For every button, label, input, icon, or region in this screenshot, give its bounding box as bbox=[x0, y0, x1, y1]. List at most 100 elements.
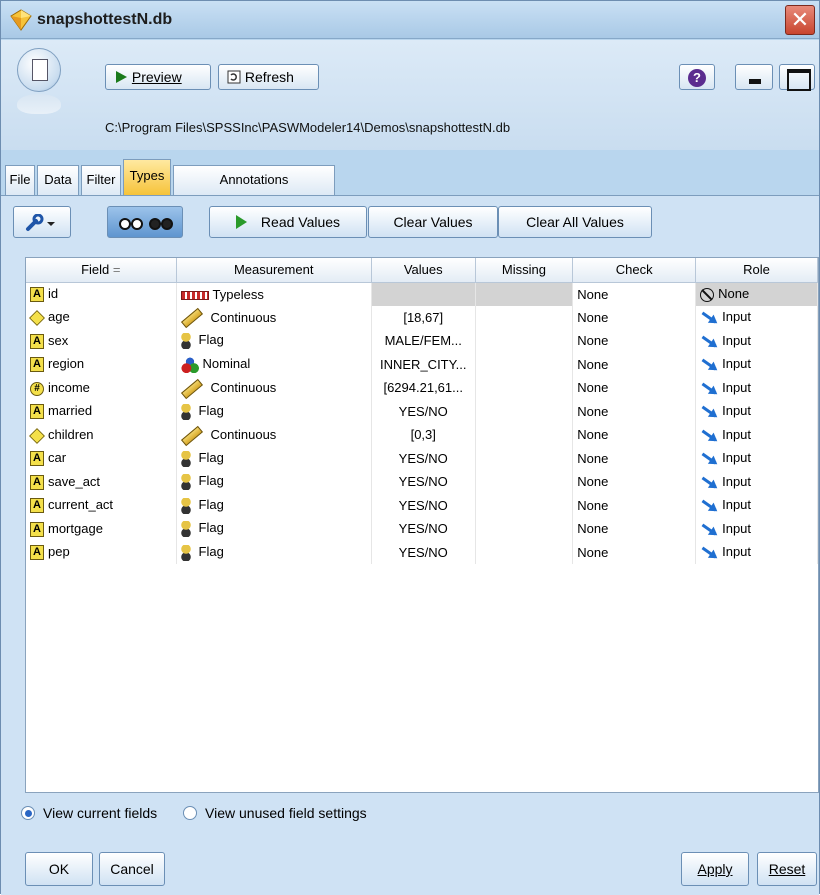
column-header-measurement[interactable]: Measurement bbox=[176, 258, 372, 283]
cell-values[interactable]: YES/NO bbox=[371, 517, 476, 541]
clear-all-values-button[interactable]: Clear All Values bbox=[498, 206, 652, 238]
tab-types[interactable]: Types bbox=[123, 159, 171, 195]
cell-field[interactable]: Asave_act bbox=[26, 470, 177, 494]
cell-field[interactable]: Apep bbox=[26, 540, 177, 564]
cell-role[interactable]: Input bbox=[695, 329, 818, 353]
cell-check[interactable]: None bbox=[572, 423, 697, 447]
view-toggle-button[interactable] bbox=[107, 206, 183, 238]
cell-check[interactable]: None bbox=[572, 446, 697, 470]
cell-check[interactable]: None bbox=[572, 399, 697, 423]
table-row[interactable]: Amortgage Flag YES/NO None Input bbox=[26, 517, 818, 541]
view-current-fields-radio[interactable]: View current fields bbox=[21, 805, 157, 821]
cell-role[interactable]: Input bbox=[695, 399, 818, 423]
cell-values[interactable]: [6294.21,61... bbox=[371, 376, 476, 400]
cell-measurement[interactable]: Continuous bbox=[176, 376, 372, 400]
cell-measurement[interactable]: Flag bbox=[176, 517, 372, 541]
cell-check[interactable]: None bbox=[572, 305, 697, 329]
preview-button[interactable]: Preview bbox=[105, 64, 211, 90]
cell-field[interactable]: age bbox=[26, 305, 177, 329]
cell-check[interactable]: None bbox=[572, 329, 697, 353]
apply-button[interactable]: Apply bbox=[681, 852, 749, 886]
cell-role[interactable]: Input bbox=[695, 470, 818, 494]
cell-role[interactable]: Input bbox=[695, 517, 818, 541]
cell-missing[interactable] bbox=[475, 493, 574, 517]
cell-missing[interactable] bbox=[475, 517, 574, 541]
reset-button[interactable]: Reset bbox=[757, 852, 817, 886]
cell-role[interactable]: Input bbox=[695, 446, 818, 470]
help-button[interactable]: ? bbox=[679, 64, 715, 90]
table-row[interactable]: age Continuous [18,67] None Input bbox=[26, 305, 818, 329]
column-header-check[interactable]: Check bbox=[572, 258, 697, 283]
cell-role[interactable]: Input bbox=[695, 493, 818, 517]
cell-values[interactable] bbox=[371, 282, 476, 306]
cell-missing[interactable] bbox=[475, 329, 574, 353]
table-row[interactable]: # income Continuous [6294.21,61... None Input bbox=[26, 376, 818, 400]
table-row[interactable]: Apep Flag YES/NO None Input bbox=[26, 540, 818, 564]
clear-values-button[interactable]: Clear Values bbox=[368, 206, 498, 238]
cell-missing[interactable] bbox=[475, 540, 574, 564]
refresh-button[interactable]: Refresh bbox=[218, 64, 319, 90]
table-row[interactable]: Aid Typeless None None bbox=[26, 282, 818, 306]
cell-measurement[interactable]: Flag bbox=[176, 446, 372, 470]
cell-role[interactable]: Input bbox=[695, 305, 818, 329]
cell-missing[interactable] bbox=[475, 423, 574, 447]
maximize-button[interactable] bbox=[779, 64, 815, 91]
cell-missing[interactable] bbox=[475, 446, 574, 470]
cell-measurement[interactable]: Typeless bbox=[176, 282, 372, 306]
cell-missing[interactable] bbox=[475, 470, 574, 494]
cell-field[interactable]: Aid bbox=[26, 282, 177, 306]
cell-field[interactable]: Amortgage bbox=[26, 517, 177, 541]
view-unused-settings-radio[interactable]: View unused field settings bbox=[183, 805, 367, 821]
table-row[interactable]: Acar Flag YES/NO None Input bbox=[26, 446, 818, 470]
tools-menu-button[interactable] bbox=[13, 206, 71, 238]
cell-measurement[interactable]: Continuous bbox=[176, 423, 372, 447]
minimize-button[interactable] bbox=[735, 64, 773, 90]
cell-values[interactable]: YES/NO bbox=[371, 399, 476, 423]
cell-check[interactable]: None bbox=[572, 352, 697, 376]
cell-missing[interactable] bbox=[475, 376, 574, 400]
tab-data[interactable]: Data bbox=[37, 165, 79, 195]
cell-field[interactable]: Acar bbox=[26, 446, 177, 470]
cell-check[interactable]: None bbox=[572, 540, 697, 564]
cell-role[interactable]: None bbox=[695, 282, 818, 306]
cell-missing[interactable] bbox=[475, 399, 574, 423]
table-row[interactable]: Acurrent_act Flag YES/NO None Input bbox=[26, 493, 818, 517]
column-header-field[interactable]: Field = bbox=[26, 258, 177, 283]
tab-annotations[interactable]: Annotations bbox=[173, 165, 335, 195]
cell-check[interactable]: None bbox=[572, 470, 697, 494]
cell-role[interactable]: Input bbox=[695, 423, 818, 447]
column-header-missing[interactable]: Missing bbox=[475, 258, 574, 283]
table-row[interactable]: Aregion Nominal INNER_CITY... None Input bbox=[26, 352, 818, 376]
cell-check[interactable]: None bbox=[572, 282, 697, 306]
cell-role[interactable]: Input bbox=[695, 376, 818, 400]
ok-button[interactable]: OK bbox=[25, 852, 93, 886]
cell-check[interactable]: None bbox=[572, 376, 697, 400]
cancel-button[interactable]: Cancel bbox=[99, 852, 165, 886]
title-bar[interactable]: snapshottestN.db ✕ bbox=[1, 1, 819, 39]
cell-field[interactable]: Aregion bbox=[26, 352, 177, 376]
column-header-values[interactable]: Values bbox=[371, 258, 476, 283]
cell-field[interactable]: # income bbox=[26, 376, 177, 400]
cell-missing[interactable] bbox=[475, 352, 574, 376]
cell-values[interactable]: YES/NO bbox=[371, 540, 476, 564]
cell-check[interactable]: None bbox=[572, 517, 697, 541]
tab-file[interactable]: File bbox=[5, 165, 35, 195]
cell-measurement[interactable]: Nominal bbox=[176, 352, 372, 376]
cell-measurement[interactable]: Flag bbox=[176, 470, 372, 494]
column-header-role[interactable]: Role bbox=[695, 258, 818, 283]
cell-values[interactable]: [0,3] bbox=[371, 423, 476, 447]
cell-measurement[interactable]: Flag bbox=[176, 540, 372, 564]
cell-values[interactable]: MALE/FEM... bbox=[371, 329, 476, 353]
cell-field[interactable]: Acurrent_act bbox=[26, 493, 177, 517]
cell-values[interactable]: YES/NO bbox=[371, 446, 476, 470]
cell-values[interactable]: INNER_CITY... bbox=[371, 352, 476, 376]
table-row[interactable]: Asex Flag MALE/FEM... None Input bbox=[26, 329, 818, 353]
cell-values[interactable]: [18,67] bbox=[371, 305, 476, 329]
close-button[interactable]: ✕ bbox=[785, 5, 815, 35]
tab-filter[interactable]: Filter bbox=[81, 165, 121, 195]
cell-field[interactable]: children bbox=[26, 423, 177, 447]
cell-field[interactable]: Amarried bbox=[26, 399, 177, 423]
table-row[interactable]: Asave_act Flag YES/NO None Input bbox=[26, 470, 818, 494]
read-values-button[interactable]: Read Values bbox=[209, 206, 367, 238]
cell-role[interactable]: Input bbox=[695, 540, 818, 564]
